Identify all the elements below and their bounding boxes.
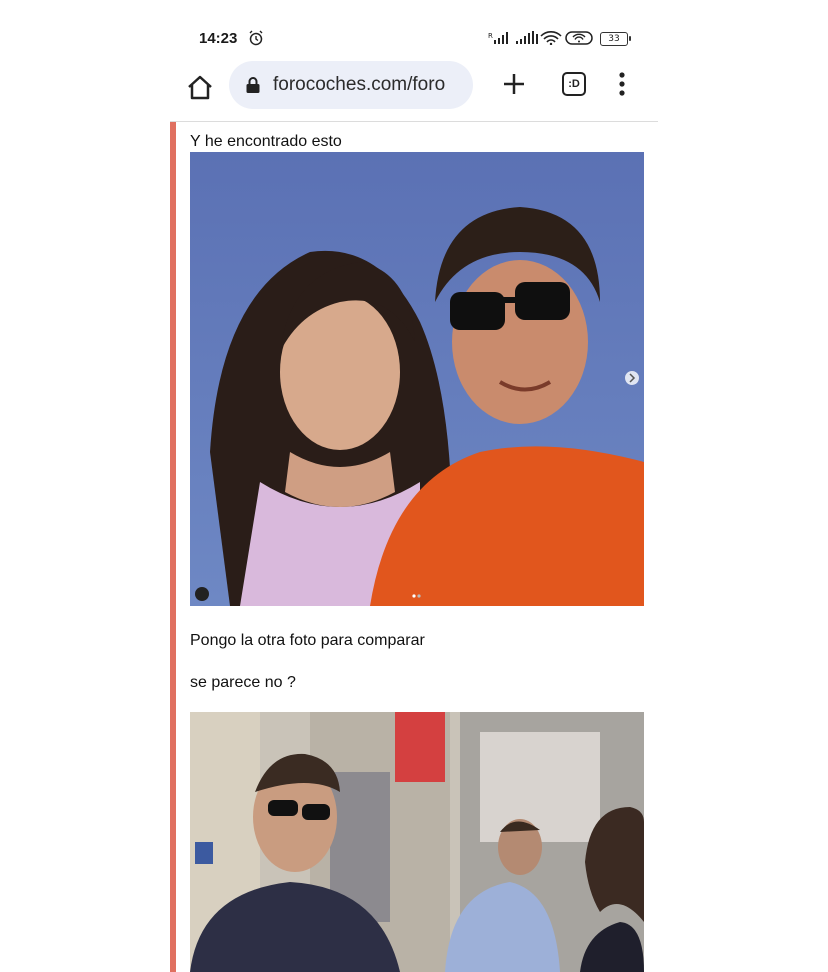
browser-toolbar: forocoches.com/foro :D — [170, 58, 658, 118]
post-text-line: Pongo la otra foto para comparar — [190, 632, 425, 649]
alarm-icon — [248, 30, 264, 51]
wifi-icon — [540, 31, 562, 50]
url-text[interactable]: forocoches.com/foro — [273, 74, 445, 96]
signal-icon — [514, 31, 540, 50]
post-image-street[interactable] — [190, 712, 644, 972]
quote-bar — [170, 122, 176, 972]
phone-screen: 14:23 R 33 forocoches.com/foro:D Y he e… — [170, 0, 658, 972]
plus-icon[interactable] — [500, 70, 528, 98]
status-time: 14:23 — [199, 30, 238, 47]
post-text-line: Y he encontrado esto — [190, 133, 342, 150]
post-text-line: se parece no ? — [190, 674, 296, 691]
status-bar: 14:23 R 33 — [170, 22, 658, 54]
svg-text:R: R — [488, 32, 493, 40]
battery-icon: 33 — [600, 32, 631, 46]
toolbar-divider — [170, 121, 658, 122]
more-vert-icon[interactable] — [617, 70, 627, 98]
lock-icon[interactable] — [245, 76, 261, 99]
post-image-selfie[interactable] — [190, 152, 644, 606]
signal-icon: R — [488, 31, 510, 50]
tabs-icon[interactable]: :D — [562, 72, 586, 96]
hotspot-icon — [565, 31, 593, 50]
url-bar[interactable]: forocoches.com/foro — [229, 61, 473, 109]
home-icon[interactable] — [184, 72, 216, 104]
